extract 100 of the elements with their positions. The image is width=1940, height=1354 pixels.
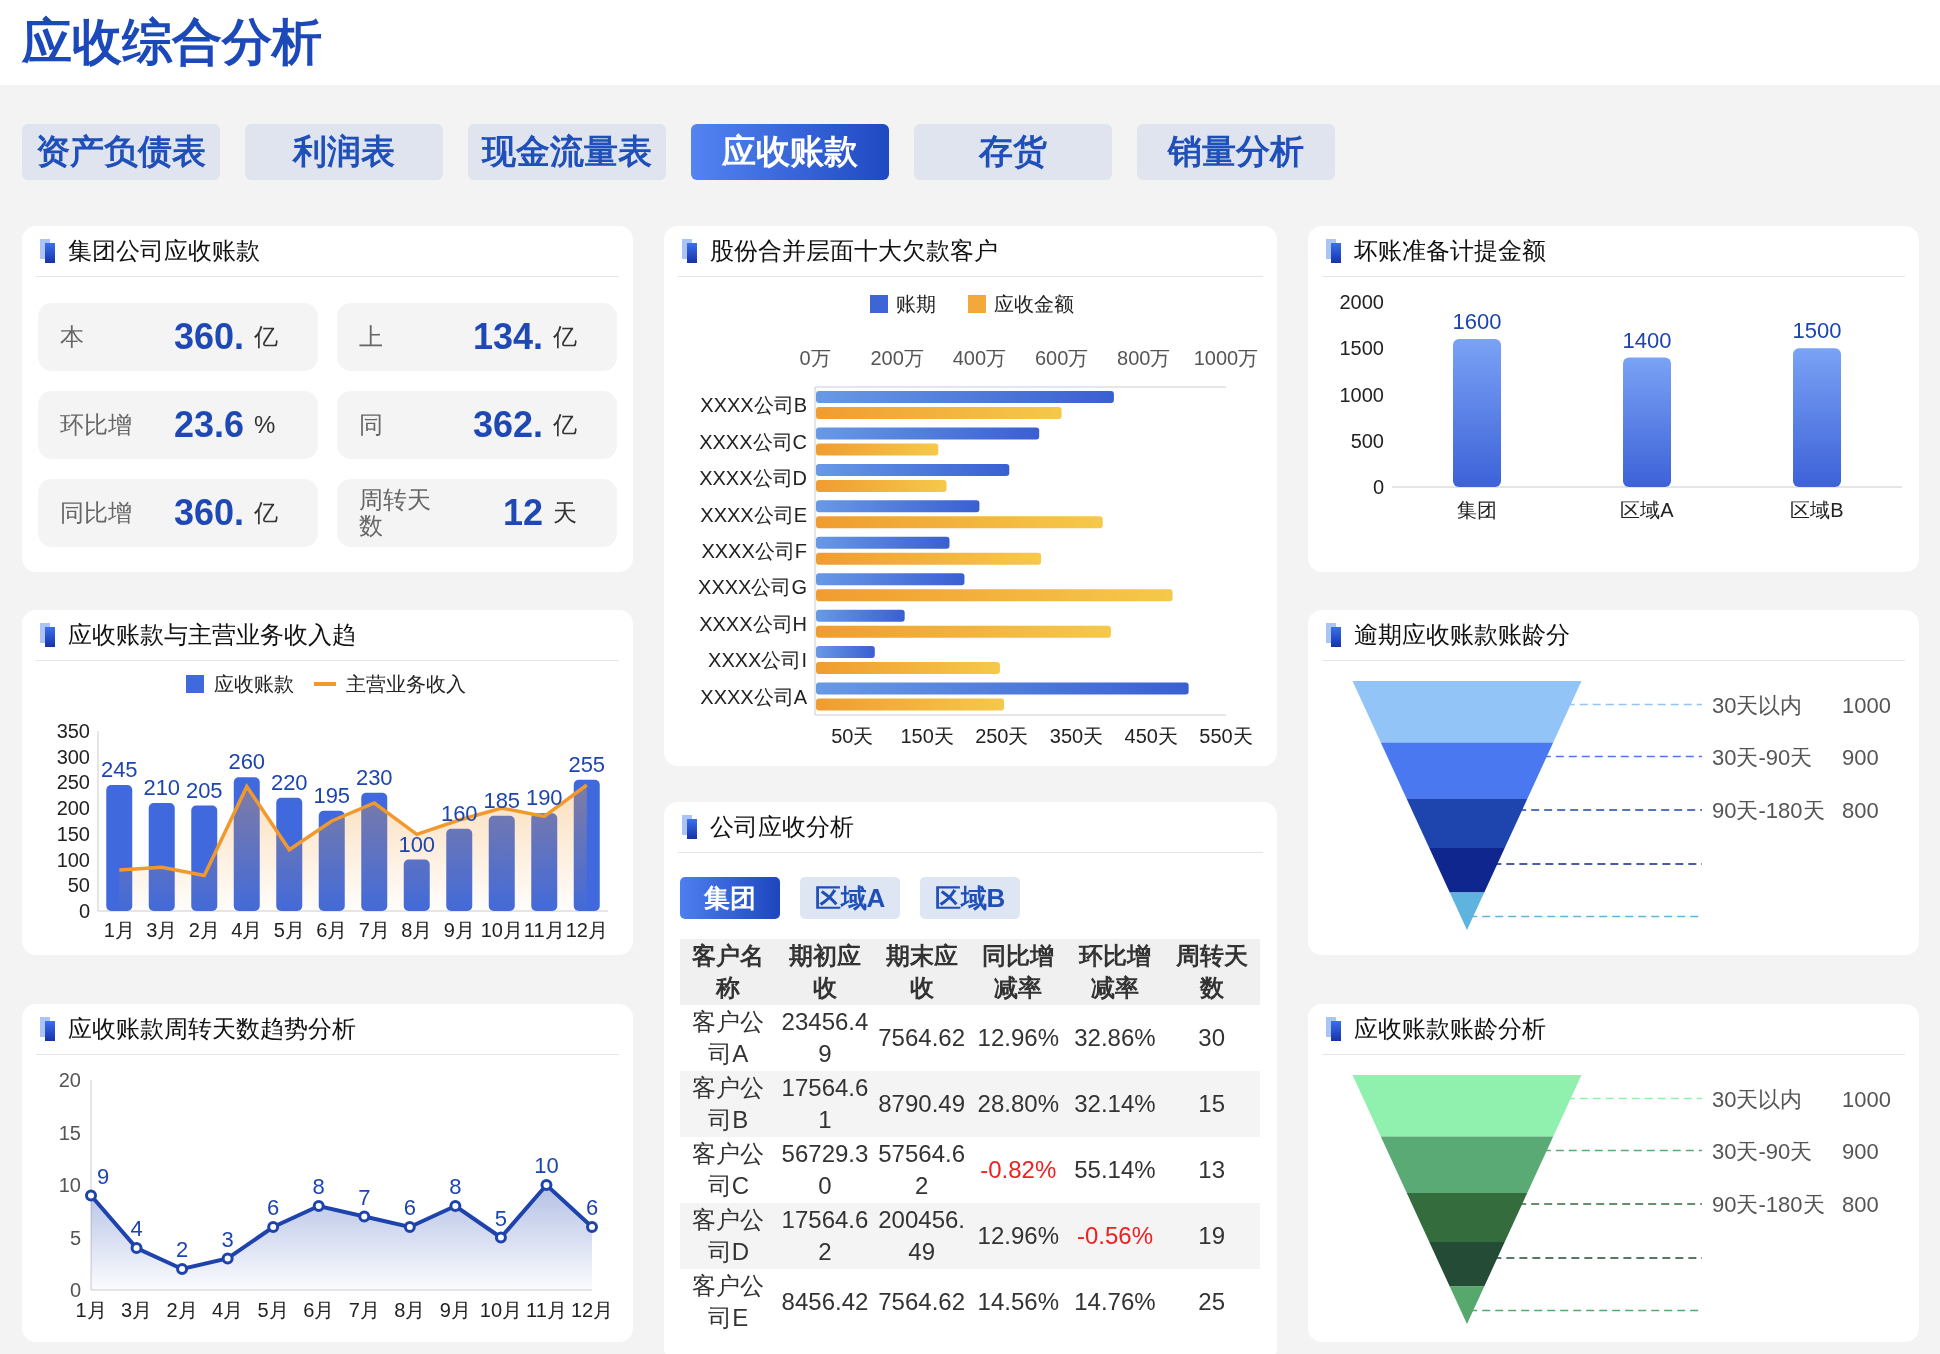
axis-label: 集团 <box>1457 499 1497 521</box>
funnel-value: 1000 <box>1842 1086 1891 1112</box>
column-header: 客户名称 <box>680 939 777 1005</box>
axis-label: 7月 <box>348 1299 380 1321</box>
axis-label: 1月 <box>103 919 135 941</box>
axis-label: XXXX公司G <box>698 576 807 599</box>
table-cell: 客户公司C <box>680 1137 777 1203</box>
funnel-label: 30天-90天 <box>1712 1138 1813 1164</box>
funnel-value: 800 <box>1842 1192 1879 1217</box>
data-label: 230 <box>355 764 393 790</box>
table-cell: 客户公司D <box>680 1203 777 1269</box>
data-label: 100 <box>398 831 436 857</box>
axis-label: 5月 <box>257 1299 289 1321</box>
data-label: 210 <box>143 775 181 800</box>
table-cell: 56729.30 <box>776 1137 874 1203</box>
axis-label: 450天 <box>1124 725 1178 747</box>
funnel-value: 900 <box>1842 1138 1879 1164</box>
table-cell: 25 <box>1163 1269 1260 1335</box>
axis-label: 7月 <box>358 919 390 941</box>
kpi-unit: % <box>254 411 276 439</box>
legend-label: 主营业务收入 <box>346 673 466 695</box>
axis-label: XXXX公司D <box>699 467 807 490</box>
table-cell: 15 <box>1163 1071 1260 1137</box>
funnel-label: 30天-90天 <box>1712 744 1813 770</box>
kpi-value: 360. <box>172 492 244 534</box>
kpi-unit: 亿 <box>254 322 278 352</box>
kpi-label: 本 <box>60 323 85 351</box>
data-label: 3 <box>221 1226 234 1252</box>
axis-label: 50 <box>67 874 90 897</box>
data-label: 8 <box>312 1174 325 1199</box>
axis-label: 12月 <box>570 1299 614 1321</box>
table-cell: -0.56% <box>1066 1203 1164 1269</box>
data-label: 1500 <box>1792 318 1842 344</box>
data-label: 6 <box>585 1195 599 1220</box>
card-title: 逾期应收账款账龄分 <box>1354 620 1570 650</box>
axis-label: 1000万 <box>1193 347 1259 369</box>
table-cell: 7564.62 <box>873 1005 970 1071</box>
axis-label: 5月 <box>273 919 305 941</box>
table-cell: 17564.61 <box>776 1071 874 1137</box>
axis-label: 8月 <box>401 919 433 941</box>
table-cell: 19 <box>1163 1203 1260 1269</box>
table-cell: 客户公司E <box>680 1269 777 1335</box>
axis-label: 11月 <box>526 1299 567 1321</box>
axis-label: XXXX公司E <box>700 503 807 526</box>
table-cell: 14.76% <box>1066 1269 1164 1335</box>
data-label: 1400 <box>1622 327 1672 353</box>
kpi-unit: 亿 <box>254 498 278 528</box>
axis-label: 20 <box>58 1069 81 1091</box>
data-label: 7 <box>358 1184 371 1210</box>
column-header: 期末应收 <box>873 939 970 1005</box>
axis-label: 6月 <box>303 1299 335 1321</box>
axis-label: 150天 <box>900 725 954 747</box>
axis-label: 150 <box>56 822 90 845</box>
data-label: 260 <box>228 749 266 775</box>
data-label: 185 <box>483 787 521 813</box>
axis-label: 0 <box>69 1279 81 1301</box>
table-cell: -0.82% <box>969 1137 1067 1203</box>
kpi-label: 同 <box>359 411 384 439</box>
table-cell: 7564.62 <box>873 1269 970 1335</box>
funnel-value: 900 <box>1842 744 1879 770</box>
axis-label: 15 <box>58 1121 81 1144</box>
axis-label: 200万 <box>870 347 924 369</box>
data-label: 8 <box>449 1174 462 1199</box>
table-cell: 32.86% <box>1066 1005 1164 1071</box>
axis-label: 8月 <box>394 1299 426 1321</box>
table-cell: 57564.62 <box>873 1137 970 1203</box>
axis-label: 800万 <box>1117 347 1171 369</box>
kpi-label: 同比增 <box>60 499 133 527</box>
axis-label: 550天 <box>1199 725 1253 747</box>
table-cell: 8456.42 <box>776 1269 874 1335</box>
axis-label: XXXX公司H <box>699 612 807 635</box>
axis-label: 500 <box>1350 429 1384 452</box>
table-cell: 12.96% <box>969 1005 1067 1071</box>
axis-label: 1500 <box>1339 337 1384 360</box>
kpi-value: 360. <box>172 316 244 358</box>
data-label: 6 <box>403 1195 416 1220</box>
data-label: 9 <box>96 1163 110 1189</box>
card-title: 应收账款周转天数趋势分析 <box>68 1014 356 1044</box>
table-cell: 14.56% <box>969 1269 1067 1335</box>
legend-label: 账期 <box>896 293 936 315</box>
axis-label: 1月 <box>75 1299 107 1321</box>
column-header: 期初应收 <box>776 939 874 1005</box>
table-cell: 32.14% <box>1066 1071 1164 1137</box>
legend-label: 应收账款 <box>214 673 294 695</box>
axis-label: XXXX公司A <box>700 685 807 708</box>
card-title: 公司应收分析 <box>710 812 854 842</box>
axis-label: 0 <box>78 900 90 922</box>
axis-label: 6月 <box>316 919 348 941</box>
table-cell: 200456.49 <box>873 1203 970 1269</box>
column-header: 环比增减率 <box>1066 939 1164 1005</box>
axis-label: 0万 <box>799 347 831 369</box>
data-label: 4 <box>130 1216 143 1241</box>
card-title: 坏账准备计提金额 <box>1354 236 1546 266</box>
table-cell: 客户公司A <box>680 1005 777 1071</box>
axis-label: XXXX公司B <box>700 394 807 417</box>
axis-label: 11月 <box>523 919 565 941</box>
axis-label: 2月 <box>166 1299 198 1321</box>
axis-label: 300 <box>56 745 90 768</box>
axis-label: XXXX公司C <box>699 430 807 453</box>
axis-label: 10月 <box>479 1299 523 1321</box>
